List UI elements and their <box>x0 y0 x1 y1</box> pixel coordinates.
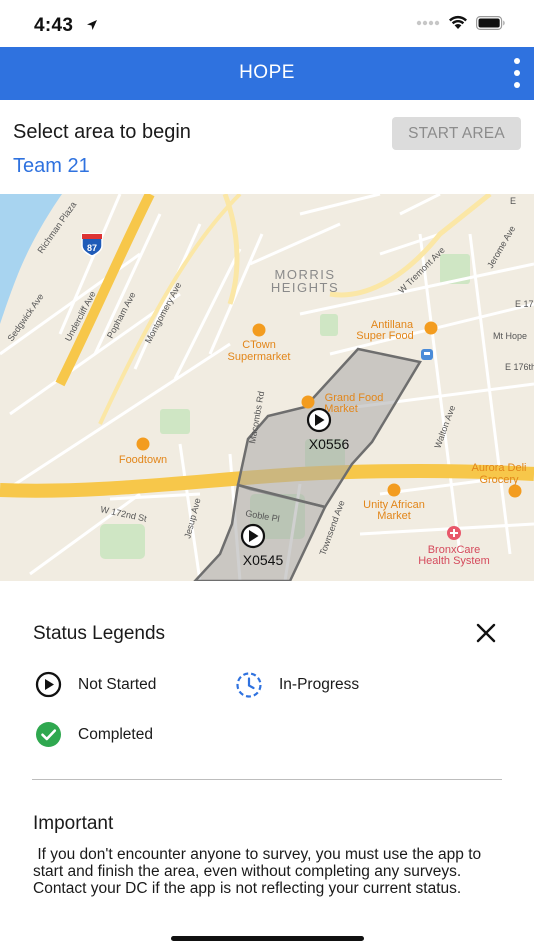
start-area-button[interactable]: START AREA <box>392 117 521 150</box>
team-name: Team 21 <box>13 155 90 177</box>
interstate-87-shield: 87 <box>81 233 103 257</box>
legend-label: Not Started <box>78 675 157 693</box>
poi-aurora-deli[interactable]: Aurora Deli Grocery <box>471 462 527 498</box>
poi-bronxcare[interactable]: BronxCare Health System <box>418 526 490 567</box>
status-legend-sheet: Status Legends Not Started In-Progress C… <box>0 581 534 950</box>
legend-label: In-Progress <box>279 676 360 693</box>
status-time: 4:43 <box>34 15 74 36</box>
battery-icon <box>476 15 505 30</box>
svg-text:Foodtown: Foodtown <box>119 454 167 466</box>
svg-text:X0556: X0556 <box>309 436 350 452</box>
signal-icon <box>416 20 440 25</box>
select-area-prompt: Select area to begin <box>13 121 191 143</box>
svg-text:Grocery: Grocery <box>479 474 519 486</box>
svg-text:Market: Market <box>324 403 358 415</box>
area-polygon-x0556[interactable] <box>236 347 422 509</box>
wifi-icon <box>449 15 467 29</box>
clock-dashed-icon <box>236 672 262 698</box>
legend-item-not-started: Not Started <box>35 671 156 698</box>
svg-text:Health System: Health System <box>418 555 490 567</box>
svg-text:Supermarket: Supermarket <box>228 351 291 363</box>
legend-item-in-progress: In-Progress <box>235 671 359 699</box>
svg-text:Aurora Deli: Aurora Deli <box>471 462 526 474</box>
neighborhood-label: HEIGHTS <box>271 280 339 295</box>
legend-title: Status Legends <box>33 623 166 644</box>
divider <box>32 779 502 780</box>
street-label: E 17 <box>515 299 534 309</box>
poi-antillana[interactable]: Antillana Super Food <box>356 319 438 342</box>
svg-text:Market: Market <box>377 510 411 522</box>
poi-foodtown[interactable]: Foodtown <box>119 437 167 467</box>
more-menu-icon[interactable] <box>510 58 524 88</box>
svg-text:87: 87 <box>87 243 97 253</box>
important-title: Important <box>33 813 114 834</box>
legend-label: Completed <box>78 725 153 743</box>
location-arrow-icon <box>87 20 97 30</box>
street-label: Jesup Ave <box>182 497 202 540</box>
check-circle-icon <box>36 722 61 747</box>
app-title: HOPE <box>239 62 295 83</box>
street-label: Jerome Ave <box>485 224 517 270</box>
street-label: E <box>510 196 516 206</box>
poi-ctown[interactable]: CTown Supermarket <box>228 323 291 364</box>
map-view[interactable]: 87 MORRIS HEIGHTS Richman Plaza Sedgwick… <box>0 194 534 581</box>
play-circle-icon <box>35 671 62 698</box>
street-label: Mt Hope <box>493 331 527 341</box>
svg-text:X0545: X0545 <box>243 552 284 568</box>
transit-icon <box>421 349 433 360</box>
street-label: E 176th <box>505 362 534 372</box>
status-bar: 4:43 <box>0 0 534 47</box>
svg-text:CTown: CTown <box>242 339 276 351</box>
important-body: If you don't encounter anyone to survey,… <box>33 846 486 897</box>
close-icon[interactable] <box>475 622 497 644</box>
street-label: Montgomery Ave <box>143 281 183 345</box>
app-header: HOPE <box>0 47 534 100</box>
legend-item-completed: Completed <box>35 721 153 748</box>
home-indicator[interactable] <box>171 936 364 941</box>
svg-text:Super Food: Super Food <box>356 330 413 342</box>
